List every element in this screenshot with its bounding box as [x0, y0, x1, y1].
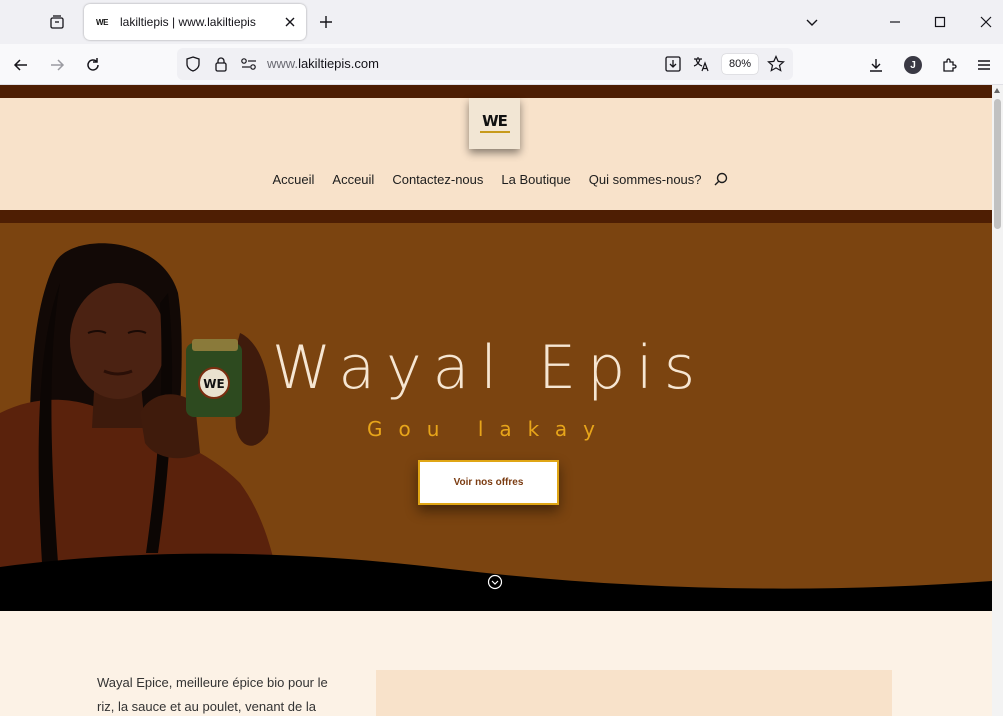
menu-item-la-boutique[interactable]: La Boutique — [501, 172, 570, 187]
tab-list-icon[interactable] — [44, 10, 70, 34]
url-prefix: www. — [267, 56, 299, 71]
page-scrollbar[interactable] — [992, 85, 1003, 716]
menu-item-qui-sommes-nous[interactable]: Qui sommes-nous? — [589, 172, 702, 187]
scrollbar-thumb[interactable] — [994, 99, 1001, 229]
top-band — [0, 85, 992, 98]
translate-icon[interactable] — [691, 54, 711, 74]
hamburger-menu-icon[interactable] — [970, 51, 998, 79]
page-viewport: WE Accueil Acceuil Contactez-nous La Bou… — [0, 85, 992, 716]
url-text[interactable]: www.lakiltiepis.com — [267, 56, 379, 71]
intro-paragraph: Wayal Epice, meilleure épice bio pour le… — [97, 675, 328, 714]
search-icon[interactable] — [713, 171, 729, 187]
permissions-icon[interactable] — [239, 54, 259, 74]
extensions-icon[interactable] — [935, 51, 963, 79]
chevron-down-icon[interactable] — [800, 10, 824, 34]
tab-strip: WE lakiltiepis | www.lakiltiepis — [0, 0, 1003, 44]
scroll-up-arrow-icon[interactable] — [994, 88, 1000, 93]
voir-nos-offres-button[interactable]: Voir nos offres — [418, 460, 559, 505]
site-favicon: WE — [96, 17, 108, 27]
back-arrow-icon[interactable] — [7, 51, 35, 79]
menu-item-acceuil[interactable]: Acceuil — [332, 172, 374, 187]
scroll-down-icon[interactable] — [487, 574, 503, 590]
site-header: WE Accueil Acceuil Contactez-nous La Bou… — [0, 98, 992, 210]
navigation-toolbar: www.lakiltiepis.com 80% J — [0, 44, 1003, 85]
tab-title: lakiltiepis | www.lakiltiepis — [120, 15, 256, 29]
maximize-icon[interactable] — [926, 8, 954, 36]
downloads-icon[interactable] — [862, 51, 890, 79]
lock-icon[interactable] — [211, 54, 231, 74]
minimize-icon[interactable] — [881, 8, 909, 36]
plus-icon[interactable] — [314, 10, 338, 34]
close-icon[interactable] — [280, 12, 300, 32]
url-host: lakiltiepis.com — [298, 56, 379, 71]
hero-subtitle: Gou lakay — [367, 417, 611, 441]
header-bottom-band — [0, 210, 992, 223]
url-bar[interactable]: www.lakiltiepis.com 80% — [177, 48, 793, 80]
shield-icon[interactable] — [183, 54, 203, 74]
zoom-level-badge[interactable]: 80% — [722, 54, 758, 74]
main-menu: Accueil Acceuil Contactez-nous La Boutiq… — [0, 171, 992, 187]
site-logo[interactable]: WE — [469, 98, 520, 149]
forward-arrow-icon[interactable] — [43, 51, 71, 79]
hero-title: Wayal Epis — [271, 333, 707, 403]
hero-section: WE Wayal Epis Gou lakay Voir nos offres — [0, 223, 992, 611]
feature-box — [376, 670, 892, 716]
reload-icon[interactable] — [79, 51, 107, 79]
star-icon[interactable] — [766, 54, 786, 74]
menu-item-contactez-nous[interactable]: Contactez-nous — [392, 172, 483, 187]
active-tab[interactable]: WE lakiltiepis | www.lakiltiepis — [84, 4, 306, 40]
intro-section: Wayal Epice, meilleure épice bio pour le… — [0, 611, 992, 716]
profile-avatar[interactable]: J — [904, 56, 922, 74]
logo-text: WE — [482, 112, 508, 130]
page-download-icon[interactable] — [663, 54, 683, 74]
window-close-icon[interactable] — [972, 8, 1000, 36]
logo-underline — [479, 131, 510, 133]
menu-item-accueil[interactable]: Accueil — [272, 172, 314, 187]
